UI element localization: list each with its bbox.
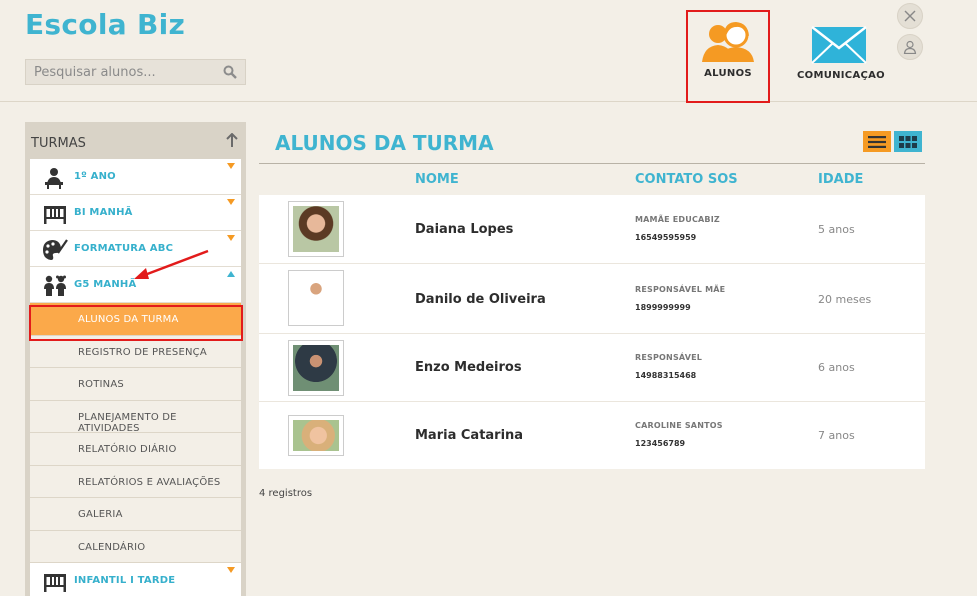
crib-icon xyxy=(44,206,66,224)
close-button[interactable] xyxy=(897,3,923,29)
page-title: ALUNOS DA TURMA xyxy=(275,131,494,155)
search-icon[interactable] xyxy=(223,65,237,79)
search-input[interactable] xyxy=(26,60,216,84)
student-age: 5 anos xyxy=(818,223,855,236)
contact-phone: 14988315468 xyxy=(635,371,697,380)
sidebar-item-label: RELATÓRIO DIÁRIO xyxy=(78,444,177,455)
sidebar-item-relatorio-diario[interactable]: RELATÓRIO DIÁRIO xyxy=(30,433,241,466)
student-desk-icon xyxy=(45,168,63,189)
caret-down-icon xyxy=(227,199,235,205)
sidebar-group-label: INFANTIL I TARDE xyxy=(74,575,176,586)
student-age: 20 meses xyxy=(818,293,872,306)
nav-comunicacao-label: COMUNICAÇAO xyxy=(797,70,885,81)
sidebar-list: 1º ANO BI MANHÃ FORMATURA ABC G5 MANHÃ A… xyxy=(30,159,241,596)
grid-view-icon xyxy=(899,135,917,148)
divider xyxy=(259,163,925,164)
student-age: 7 anos xyxy=(818,429,855,442)
table-row[interactable]: Danilo de Oliveira RESPONSÁVEL MÃE 18999… xyxy=(259,264,925,334)
sidebar-item-planejamento[interactable]: PLANEJAMENTO DE ATIVIDADES xyxy=(30,400,241,434)
sidebar-group-bi-manha[interactable]: BI MANHÃ xyxy=(30,195,241,231)
nav-comunicacao-button[interactable]: COMUNICAÇAO xyxy=(797,10,885,102)
sidebar-group-label: BI MANHÃ xyxy=(74,207,133,218)
table-row[interactable]: Daiana Lopes MAMÃE EDUCABIZ 16549595959 … xyxy=(259,195,925,264)
contact-phone: 1899999999 xyxy=(635,303,691,312)
column-header-age[interactable]: IDADE xyxy=(818,172,863,187)
arrow-up-icon[interactable] xyxy=(226,133,238,147)
sidebar-item-registro-de-presenca[interactable]: REGISTRO DE PRESENÇA xyxy=(30,335,241,368)
sidebar-group-label: 1º ANO xyxy=(74,171,116,182)
student-photo[interactable] xyxy=(288,270,344,326)
sidebar-item-label: REGISTRO DE PRESENÇA xyxy=(78,346,207,358)
contact-label: RESPONSÁVEL MÃE xyxy=(635,285,726,294)
table-row[interactable]: Maria Catarina CAROLINE SANTOS 123456789… xyxy=(259,402,925,469)
sidebar-item-label: PLANEJAMENTO DE ATIVIDADES xyxy=(78,411,177,434)
nav-alunos-button[interactable]: ALUNOS xyxy=(686,10,770,103)
envelope-icon xyxy=(811,26,867,64)
sidebar-item-alunos-da-turma[interactable]: ALUNOS DA TURMA xyxy=(30,303,241,336)
contact-label: RESPONSÁVEL xyxy=(635,353,703,362)
nav-alunos-label: ALUNOS xyxy=(704,68,752,79)
caret-down-icon xyxy=(227,567,235,573)
caret-up-icon xyxy=(227,271,235,277)
contact-label: MAMÃE EDUCABIZ xyxy=(635,215,720,224)
list-view-button[interactable] xyxy=(863,131,891,152)
column-header-name[interactable]: NOME xyxy=(415,172,459,187)
search-box xyxy=(25,59,246,85)
header: Escola Biz ALUNOS COMUNICAÇAO xyxy=(0,0,977,103)
sidebar: TURMAS 1º ANO BI MANHÃ FORMATURA ABC G5 … xyxy=(25,122,246,596)
children-icon xyxy=(44,275,66,296)
caret-down-icon xyxy=(227,235,235,241)
student-name[interactable]: Danilo de Oliveira xyxy=(415,292,546,307)
sidebar-item-label: GALERIA xyxy=(78,509,123,520)
caret-down-icon xyxy=(227,163,235,169)
students-icon xyxy=(702,22,754,62)
student-photo[interactable] xyxy=(288,340,344,396)
sidebar-header: TURMAS xyxy=(25,122,246,159)
student-name[interactable]: Maria Catarina xyxy=(415,428,523,443)
table-row[interactable]: Enzo Medeiros RESPONSÁVEL 14988315468 6 … xyxy=(259,334,925,402)
student-age: 6 anos xyxy=(818,361,855,374)
sidebar-group-1-ano[interactable]: 1º ANO xyxy=(30,159,241,195)
student-name[interactable]: Daiana Lopes xyxy=(415,222,513,237)
sidebar-group-infantil-i-tarde[interactable]: INFANTIL I TARDE xyxy=(30,563,241,596)
annotation-arrow-icon xyxy=(134,249,209,279)
sidebar-title: TURMAS xyxy=(31,136,86,151)
sidebar-item-relatorios-avaliacoes[interactable]: RELATÓRIOS E AVALIAÇÕES xyxy=(30,465,241,498)
contact-phone: 16549595959 xyxy=(635,233,697,242)
students-table: Daiana Lopes MAMÃE EDUCABIZ 16549595959 … xyxy=(259,195,925,469)
close-icon xyxy=(904,10,916,22)
sidebar-group-label: G5 MANHÃ xyxy=(74,279,137,290)
grid-view-button[interactable] xyxy=(894,131,922,152)
student-photo[interactable] xyxy=(288,415,344,456)
user-profile-button[interactable] xyxy=(897,34,923,60)
sidebar-item-rotinas[interactable]: ROTINAS xyxy=(30,368,241,401)
sidebar-item-label: ALUNOS DA TURMA xyxy=(78,314,179,325)
record-count: 4 registros xyxy=(259,488,313,499)
sidebar-item-calendario[interactable]: CALENDÁRIO xyxy=(30,530,241,563)
student-photo[interactable] xyxy=(288,201,344,257)
contact-label: CAROLINE SANTOS xyxy=(635,421,723,430)
crib-icon xyxy=(44,574,66,592)
sidebar-item-label: RELATÓRIOS E AVALIAÇÕES xyxy=(78,476,221,488)
list-view-icon xyxy=(868,135,886,148)
sidebar-item-label: CALENDÁRIO xyxy=(78,541,146,553)
user-icon xyxy=(903,40,917,54)
brand-logo[interactable]: Escola Biz xyxy=(25,8,185,41)
student-name[interactable]: Enzo Medeiros xyxy=(415,360,522,375)
sidebar-item-galeria[interactable]: GALERIA xyxy=(30,498,241,531)
sidebar-item-label: ROTINAS xyxy=(78,379,124,390)
column-header-contact[interactable]: CONTATO SOS xyxy=(635,172,738,187)
palette-icon xyxy=(43,239,68,260)
contact-phone: 123456789 xyxy=(635,439,686,448)
